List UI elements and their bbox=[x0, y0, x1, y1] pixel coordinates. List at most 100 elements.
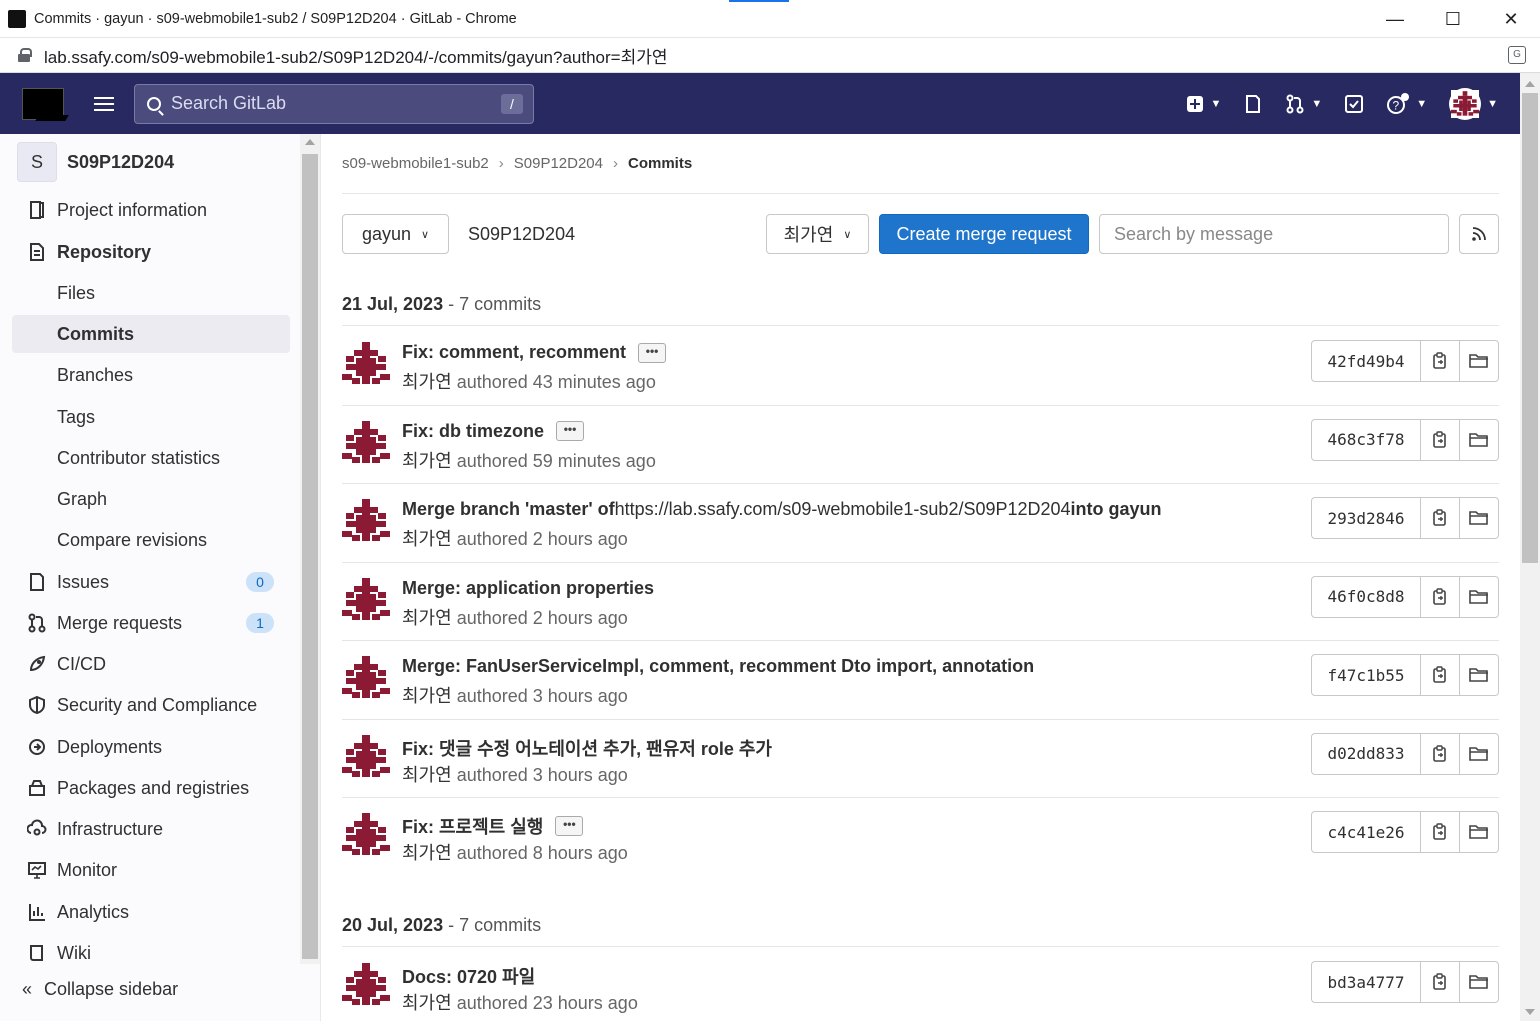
sidebar-item-graph[interactable]: Graph bbox=[12, 480, 290, 518]
commit-author-link[interactable]: 최가연 bbox=[402, 765, 452, 785]
commit-author-link[interactable]: 최가연 bbox=[402, 843, 452, 863]
commit-sha-button[interactable]: 46f0c8d8 bbox=[1311, 575, 1421, 618]
copy-sha-button[interactable] bbox=[1421, 418, 1460, 461]
address-bar[interactable]: lab.ssafy.com/s09-webmobile1-sub2/S09P12… bbox=[0, 38, 1540, 73]
toggle-commit-description-button[interactable]: ••• bbox=[556, 421, 585, 441]
commit-title-link[interactable]: Docs: 0720 파일 bbox=[402, 963, 535, 989]
sidebar-item-monitor[interactable]: Monitor bbox=[12, 851, 290, 889]
commit-sha-button[interactable]: f47c1b55 bbox=[1311, 654, 1421, 696]
sidebar-project-header[interactable]: S S09P12D204 bbox=[17, 142, 174, 182]
copy-sha-button[interactable] bbox=[1421, 575, 1460, 618]
commit-title-link[interactable]: Fix: 댓글 수정 어노테이션 추가, 팬유저 role 추가 bbox=[402, 735, 772, 761]
sidebar-item-security-compliance[interactable]: Security and Compliance bbox=[12, 686, 290, 724]
sidebar-item-branches[interactable]: Branches bbox=[12, 356, 290, 394]
menu-icon[interactable] bbox=[94, 96, 114, 111]
maximize-button[interactable]: ☐ bbox=[1424, 0, 1482, 38]
sidebar-item-contributor-statistics[interactable]: Contributor statistics bbox=[12, 439, 290, 477]
copy-sha-button[interactable] bbox=[1421, 497, 1460, 539]
author-avatar[interactable] bbox=[342, 654, 390, 702]
copy-sha-button[interactable] bbox=[1421, 340, 1460, 382]
toggle-commit-description-button[interactable]: ••• bbox=[638, 342, 667, 363]
browse-files-button[interactable] bbox=[1460, 340, 1499, 382]
commit-title-end[interactable]: into gayun bbox=[1071, 499, 1162, 520]
author-avatar[interactable] bbox=[342, 418, 390, 467]
author-avatar[interactable] bbox=[342, 811, 390, 859]
sidebar-item-tags[interactable]: Tags bbox=[12, 398, 290, 436]
lock-icon[interactable] bbox=[18, 48, 32, 62]
commit-sha-button[interactable]: c4c41e26 bbox=[1311, 811, 1421, 853]
copy-sha-button[interactable] bbox=[1421, 811, 1460, 853]
author-filter-dropdown[interactable]: 최가연 ∨ bbox=[766, 214, 869, 254]
sidebar-item-packages-registries[interactable]: Packages and registries bbox=[12, 769, 290, 807]
commit-title-link[interactable]: Fix: comment, recomment bbox=[402, 342, 626, 363]
create-merge-request-button[interactable]: Create merge request bbox=[879, 214, 1089, 254]
scroll-up-arrow-icon[interactable] bbox=[305, 139, 315, 145]
branch-select-dropdown[interactable]: gayun ∨ bbox=[342, 214, 449, 254]
sidebar-item-analytics[interactable]: Analytics bbox=[12, 893, 290, 931]
commit-title-link[interactable]: Merge branch 'master' of bbox=[402, 499, 615, 520]
sidebar-item-compare-revisions[interactable]: Compare revisions bbox=[12, 521, 290, 559]
breadcrumb-current[interactable]: Commits bbox=[628, 155, 692, 172]
sidebar-item-files[interactable]: Files bbox=[12, 274, 290, 312]
browse-files-button[interactable] bbox=[1460, 811, 1499, 853]
commit-title-link[interactable]: Fix: 프로젝트 실행 bbox=[402, 813, 543, 839]
breadcrumb-project-link[interactable]: S09P12D204 bbox=[514, 155, 603, 172]
page-scrollbar[interactable] bbox=[1520, 73, 1540, 1021]
commit-title-link[interactable]: Merge: FanUserServiceImpl, comment, reco… bbox=[402, 656, 1034, 677]
commit-sha-button[interactable]: 468c3f78 bbox=[1311, 418, 1421, 461]
browse-files-button[interactable] bbox=[1460, 418, 1499, 461]
commit-title-link[interactable]: Merge: application properties bbox=[402, 578, 654, 599]
user-menu-dropdown[interactable]: ▼ bbox=[1449, 87, 1498, 120]
sidebar-item-wiki[interactable]: Wiki bbox=[12, 934, 290, 972]
commit-author-link[interactable]: 최가연 bbox=[402, 608, 452, 628]
author-avatar[interactable] bbox=[342, 732, 390, 781]
todos-nav-button[interactable] bbox=[1344, 94, 1364, 114]
copy-sha-button[interactable] bbox=[1421, 654, 1460, 696]
author-avatar[interactable] bbox=[342, 575, 390, 624]
browse-files-button[interactable] bbox=[1460, 732, 1499, 775]
merge-requests-nav-dropdown[interactable]: ▼ bbox=[1285, 94, 1322, 114]
commit-sha-button[interactable]: d02dd833 bbox=[1311, 732, 1421, 775]
page-scroll-thumb[interactable] bbox=[1522, 93, 1538, 563]
help-dropdown[interactable]: ? ▼ bbox=[1386, 92, 1427, 115]
sidebar-item-repository[interactable]: Repository bbox=[12, 233, 290, 271]
sidebar-scrollbar[interactable] bbox=[300, 134, 320, 964]
issues-nav-button[interactable] bbox=[1243, 94, 1263, 114]
commit-author-link[interactable]: 최가연 bbox=[402, 529, 452, 549]
sidebar-item-deployments[interactable]: Deployments bbox=[12, 728, 290, 766]
browse-files-button[interactable] bbox=[1460, 654, 1499, 696]
sidebar-item-merge-requests[interactable]: Merge requests 1 bbox=[12, 604, 290, 642]
new-item-dropdown[interactable]: ▼ bbox=[1186, 95, 1221, 113]
browse-files-button[interactable] bbox=[1460, 497, 1499, 539]
commit-author-link[interactable]: 최가연 bbox=[402, 451, 452, 471]
search-gitlab-input[interactable]: Search GitLab / bbox=[134, 83, 534, 124]
url-text[interactable]: lab.ssafy.com/s09-webmobile1-sub2/S09P12… bbox=[44, 43, 668, 68]
browse-files-button[interactable] bbox=[1460, 575, 1499, 618]
toggle-commit-description-button[interactable]: ••• bbox=[555, 816, 584, 836]
gitlab-logo-icon[interactable] bbox=[22, 87, 64, 120]
minimize-button[interactable]: — bbox=[1366, 0, 1424, 38]
breadcrumb-group-link[interactable]: s09-webmobile1-sub2 bbox=[342, 155, 489, 172]
sidebar-item-issues[interactable]: Issues 0 bbox=[12, 563, 290, 601]
commit-sha-button[interactable]: 293d2846 bbox=[1311, 497, 1421, 539]
copy-sha-button[interactable] bbox=[1421, 732, 1460, 775]
search-by-message-input[interactable]: Search by message bbox=[1099, 214, 1449, 254]
commit-author-link[interactable]: 최가연 bbox=[402, 372, 452, 392]
commit-title-link[interactable]: Fix: db timezone bbox=[402, 421, 544, 442]
scroll-up-arrow-icon[interactable] bbox=[1525, 81, 1535, 87]
commit-sha-button[interactable]: 42fd49b4 bbox=[1311, 340, 1421, 382]
scroll-down-arrow-icon[interactable] bbox=[1525, 1009, 1535, 1015]
close-window-button[interactable]: ✕ bbox=[1482, 0, 1540, 38]
sidebar-scroll-thumb[interactable] bbox=[302, 154, 318, 959]
commit-author-link[interactable]: 최가연 bbox=[402, 686, 452, 706]
author-avatar[interactable] bbox=[342, 961, 390, 1009]
sidebar-item-infrastructure[interactable]: Infrastructure bbox=[12, 810, 290, 848]
commit-author-link[interactable]: 최가연 bbox=[402, 993, 452, 1013]
commit-sha-button[interactable]: bd3a4777 bbox=[1311, 961, 1421, 1003]
commit-title-url[interactable]: https://lab.ssafy.com/s09-webmobile1-sub… bbox=[615, 499, 1071, 520]
author-avatar[interactable] bbox=[342, 340, 390, 388]
rss-feed-button[interactable] bbox=[1459, 214, 1499, 254]
sidebar-item-commits[interactable]: Commits bbox=[12, 315, 290, 353]
collapse-sidebar-button[interactable]: « Collapse sidebar bbox=[22, 979, 178, 1000]
sidebar-item-project-information[interactable]: Project information bbox=[12, 191, 290, 229]
